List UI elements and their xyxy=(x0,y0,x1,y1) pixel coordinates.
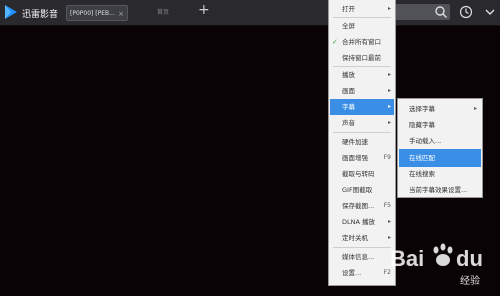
menu-item-capture-transcode[interactable]: 截取与转码 xyxy=(330,166,394,182)
menu-item-subtitle[interactable]: 字幕 ▸ xyxy=(330,99,394,115)
menu-item-play[interactable]: 播放 ▸ xyxy=(330,67,394,83)
menu-item-merge-windows[interactable]: ✓ 合并所有窗口 xyxy=(330,34,394,50)
menu-separator xyxy=(333,132,391,133)
menu-item-dlna[interactable]: DLNA 播放 ▸ xyxy=(330,214,394,230)
submenu-item-manual-load[interactable]: 手动载入... xyxy=(399,132,481,150)
menu-item-fullscreen[interactable]: 全屏 xyxy=(330,18,394,34)
svg-text:经验: 经验 xyxy=(460,274,480,287)
chevron-down-icon[interactable] xyxy=(484,5,496,19)
menu-item-audio[interactable]: 声音 ▸ xyxy=(330,115,394,131)
tab-video[interactable]: [P0P00] [PEB... × xyxy=(66,5,128,21)
search-icon[interactable] xyxy=(434,5,448,19)
title-bar: 迅雷影音 [P0P00] [PEB... × 首页 + xyxy=(0,0,500,26)
subtitle-submenu: 选择字幕 ▸ 隐藏字幕 手动载入... 在线匹配 在线搜索 当前字幕效果设置... xyxy=(397,98,483,198)
menu-item-hw-accel[interactable]: 硬件加速 xyxy=(330,134,394,150)
tab-label: [P0P00] [PEB... xyxy=(70,10,115,17)
menu-item-gif[interactable]: GIF图截取 xyxy=(330,182,394,198)
logo-icon xyxy=(5,5,17,19)
close-icon[interactable]: × xyxy=(118,6,124,22)
menu-item-settings[interactable]: 设置... F2 xyxy=(330,265,394,281)
check-icon: ✓ xyxy=(332,38,338,46)
menu-item-screenshot[interactable]: 保存截图... F5 xyxy=(330,198,394,214)
menu-item-media-info[interactable]: 媒体信息... xyxy=(330,249,394,265)
svg-text:du: du xyxy=(456,246,483,271)
menu-separator xyxy=(333,247,391,248)
menu-item-open[interactable]: 打开 ▸ xyxy=(330,1,394,17)
context-menu: 打开 ▸ 全屏 ✓ 合并所有窗口 保持窗口最前 播放 ▸ 画面 ▸ 字幕 ▸ 声音 ▸ 硬件… xyxy=(328,0,396,286)
submenu-item-subtitle-effects[interactable]: 当前字幕效果设置... xyxy=(399,181,481,199)
add-tab-button[interactable]: + xyxy=(198,2,210,18)
menu-item-always-on-top[interactable]: 保持窗口最前 xyxy=(330,50,394,66)
menu-item-picture[interactable]: 画面 ▸ xyxy=(330,83,394,99)
menu-item-enhance[interactable]: 画面增强 F9 xyxy=(330,150,394,166)
baidu-watermark: Bai du 经验 xyxy=(390,243,483,287)
svg-text:Bai: Bai xyxy=(390,246,424,271)
tab-home[interactable]: 首页 xyxy=(135,5,191,21)
app-title: 迅雷影音 xyxy=(22,10,59,20)
menu-item-shutdown-timer[interactable]: 定时关机 ▸ xyxy=(330,230,394,246)
clock-icon[interactable] xyxy=(459,5,473,19)
